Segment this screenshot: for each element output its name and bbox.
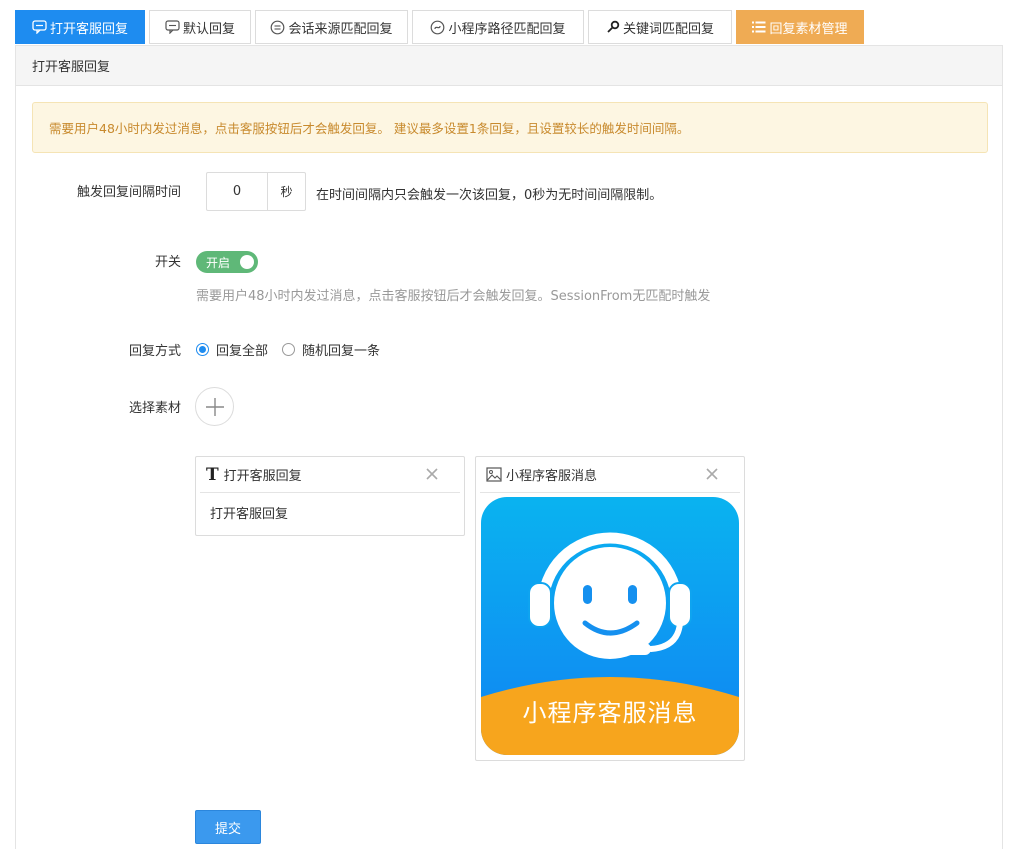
thumbnail-caption: 小程序客服消息: [523, 700, 698, 727]
settings-panel: 打开客服回复 需要用户48小时内发过消息，点击客服按钮后才会触发回复。 建议最多…: [15, 45, 1003, 849]
interval-label: 触发回复间隔时间: [76, 185, 181, 200]
customer-service-headset-icon: 小程序客服消息: [481, 497, 739, 755]
close-icon[interactable]: [424, 466, 440, 482]
close-icon[interactable]: [704, 466, 720, 482]
comment-icon: [165, 20, 180, 34]
material-body: 打开客服回复: [210, 507, 289, 522]
radio-reply-random[interactable]: 随机回复一条: [282, 340, 380, 359]
interval-input[interactable]: [207, 173, 267, 210]
tab-session-source-reply[interactable]: 会话来源匹配回复: [255, 10, 408, 44]
tab-keyword-reply[interactable]: 关键词匹配回复: [588, 10, 732, 44]
tab-material-management[interactable]: 回复素材管理: [736, 10, 864, 44]
panel-title: 打开客服回复: [16, 46, 1002, 86]
interval-unit: 秒: [267, 173, 305, 210]
notice-banner: 需要用户48小时内发过消息，点击客服按钮后才会触发回复。 建议最多设置1条回复，…: [32, 102, 988, 153]
material-label: 选择素材: [128, 401, 181, 416]
list-icon: [752, 21, 766, 33]
tab-label: 打开客服回复: [49, 21, 128, 37]
material-title: 打开客服回复: [223, 469, 302, 484]
interval-hint: 在时间间隔内只会触发一次该回复，0秒为无时间间隔限制。: [316, 188, 663, 203]
reply-mode-label: 回复方式: [128, 344, 181, 359]
tab-label: 关键词匹配回复: [622, 21, 714, 37]
tab-label: 默认回复: [182, 21, 235, 37]
image-icon: [486, 467, 502, 482]
material-card-header: T 打开客服回复: [200, 457, 460, 493]
switch-label: 开关: [154, 255, 181, 270]
notice-text: 需要用户48小时内发过消息，点击客服按钮后才会触发回复。 建议最多设置1条回复，…: [49, 121, 690, 136]
material-card-header: 小程序客服消息: [480, 457, 740, 493]
material-card-text: T 打开客服回复 打开客服回复: [195, 456, 465, 536]
reply-mode-radios: 回复全部 随机回复一条: [196, 340, 394, 359]
add-material-button[interactable]: [195, 387, 234, 426]
interval-input-group: 秒: [206, 172, 306, 211]
key-icon: [606, 20, 620, 34]
chat-bubble-icon: [32, 20, 47, 34]
radio-label: 回复全部: [216, 344, 269, 359]
tab-open-service-reply[interactable]: 打开客服回复: [15, 10, 145, 44]
plus-icon: [205, 397, 224, 416]
text-type-icon: T: [206, 464, 219, 485]
switch-hint: 需要用户48小时内发过消息，点击客服按钮后才会触发回复。SessionFrom无…: [196, 289, 711, 304]
radio-label: 随机回复一条: [302, 344, 381, 359]
mini-program-icon: [430, 20, 445, 35]
tab-mini-program-path-reply[interactable]: 小程序路径匹配回复: [412, 10, 584, 44]
material-thumbnail: 小程序客服消息: [481, 497, 739, 755]
tab-label: 会话来源匹配回复: [288, 21, 393, 37]
material-title: 小程序客服消息: [506, 469, 598, 484]
enable-toggle[interactable]: 开启: [196, 251, 258, 273]
toggle-knob: [240, 255, 254, 269]
dialog-icon: [270, 20, 285, 35]
toggle-state-text: 开启: [206, 255, 231, 270]
radio-unchecked-icon: [282, 343, 296, 356]
radio-checked-icon: [196, 343, 209, 356]
tab-label: 小程序路径匹配回复: [448, 21, 566, 37]
tab-label: 回复素材管理: [769, 21, 848, 37]
submit-button[interactable]: 提交: [195, 810, 261, 844]
tab-default-reply[interactable]: 默认回复: [149, 10, 251, 44]
material-card-image: 小程序客服消息 小程序客服消息: [475, 456, 745, 761]
radio-reply-all[interactable]: 回复全部: [196, 340, 268, 359]
